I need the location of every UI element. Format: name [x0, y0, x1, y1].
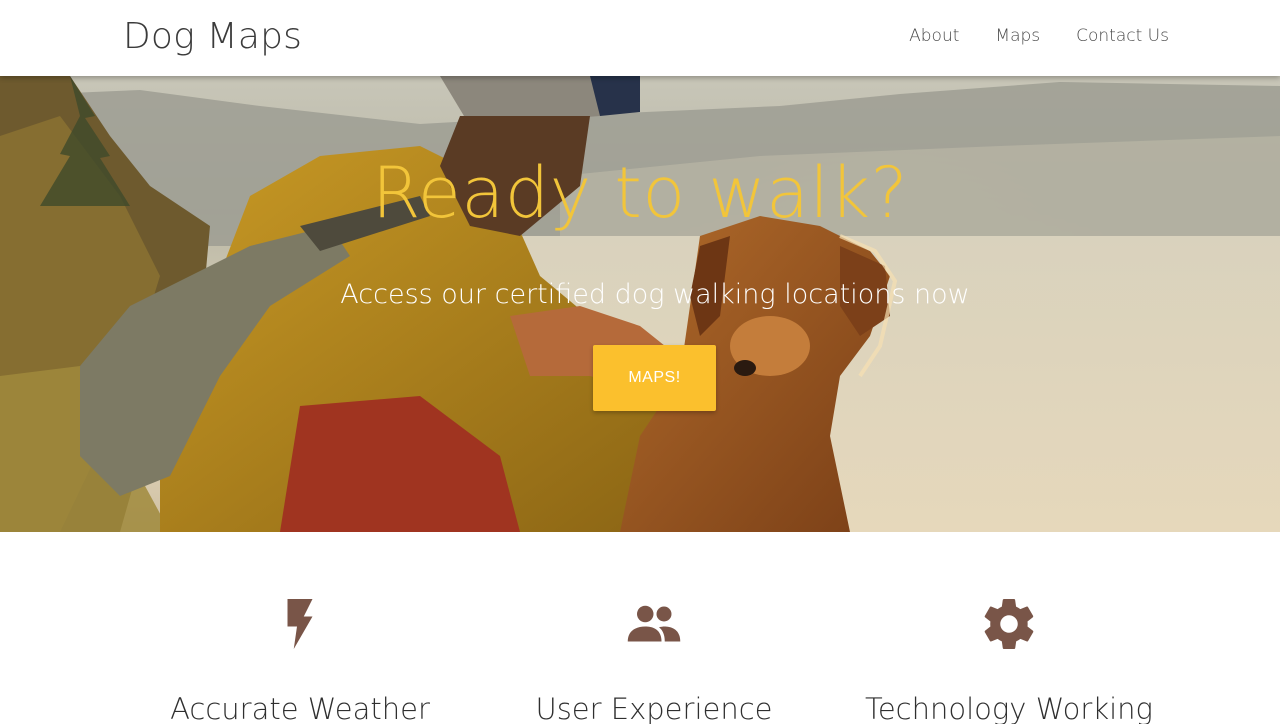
features-section: Accurate Weather User Experience Technol… [0, 532, 1280, 724]
feature-heading: User Experience [535, 692, 773, 724]
feature-heading: Accurate Weather [170, 692, 430, 724]
hero-title: Ready to walk? [371, 152, 909, 234]
nav-link-about[interactable]: About [909, 26, 959, 46]
nav-link-contact-us[interactable]: Contact Us [1076, 26, 1169, 46]
gear-icon [984, 599, 1034, 650]
feature-heading: Technology Working [865, 692, 1153, 724]
bolt-icon [287, 599, 313, 649]
nav-link-maps[interactable]: Maps [995, 26, 1040, 46]
group-icon [627, 605, 681, 642]
hero-section: Ready to walk? Access our certified dog … [0, 76, 1280, 532]
nav-links: About Maps Contact Us [909, 26, 1169, 46]
brand-logo[interactable]: Dog Maps [123, 16, 302, 57]
hero-subtitle: Access our certified dog walking locatio… [340, 279, 970, 310]
navbar: Dog Maps About Maps Contact Us [0, 0, 1280, 76]
maps-button[interactable]: MAPS! [593, 345, 716, 411]
